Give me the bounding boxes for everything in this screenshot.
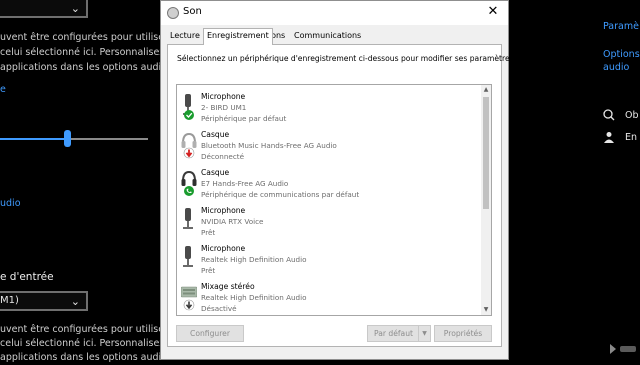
speaker-app-icon bbox=[167, 7, 179, 19]
audio-options-link-line-1[interactable]: Options bbox=[603, 48, 640, 61]
close-button[interactable]: ✕ bbox=[484, 4, 502, 20]
input-description-line-2: celui sélectionné ici. Personnalisez le bbox=[0, 338, 176, 349]
troubleshoot-link[interactable]: udio bbox=[0, 198, 21, 209]
input-description-line-1: uvent être configurées pour utiliser d bbox=[0, 324, 178, 335]
device-list-scrollbar[interactable]: ▲ ▼ bbox=[481, 85, 491, 315]
output-device-dropdown[interactable]: ⌄ bbox=[0, 0, 88, 18]
output-properties-link[interactable]: e bbox=[0, 84, 6, 95]
list-item[interactable]: Mixage stéréo Realtek High Definition Au… bbox=[177, 279, 477, 315]
device-status: Périphérique par défaut bbox=[201, 114, 287, 123]
device-status: Périphérique de communications par défau… bbox=[201, 190, 360, 199]
close-icon: ✕ bbox=[487, 4, 499, 19]
device-driver: 2- BIRD UM1 bbox=[201, 103, 247, 112]
device-status: Désactivé bbox=[201, 304, 237, 313]
set-default-label: Par défaut bbox=[373, 329, 414, 338]
feedback-person-icon bbox=[604, 132, 614, 143]
chevron-down-icon: ⌄ bbox=[70, 2, 80, 15]
scroll-down-icon[interactable]: ▼ bbox=[481, 305, 491, 315]
list-item[interactable]: Microphone NVIDIA RTX Voice Prêt bbox=[177, 203, 477, 240]
properties-button[interactable]: Propriétés bbox=[434, 325, 492, 342]
scroll-up-icon[interactable]: ▲ bbox=[481, 85, 491, 95]
related-settings-link[interactable]: Paramè bbox=[603, 20, 639, 33]
device-name: Microphone bbox=[201, 206, 246, 215]
volume-slider-track bbox=[70, 138, 148, 140]
sound-dialog: Son ✕ Lecture Enregistrement Sons Commun… bbox=[160, 0, 519, 360]
headset-icon bbox=[181, 132, 197, 159]
device-name: Casque bbox=[201, 168, 230, 177]
device-name: Mixage stéréo bbox=[201, 282, 255, 291]
scrollbar-thumb[interactable] bbox=[483, 97, 489, 209]
settings-left-panel: ⌄ uvent être configurées pour utiliser d… bbox=[0, 0, 177, 363]
device-name: Microphone bbox=[201, 244, 246, 253]
list-item[interactable]: Casque E7 Hands-Free AG Audio Périphériq… bbox=[177, 165, 477, 202]
device-driver: Bluetooth Music Hands-Free AG Audio bbox=[201, 141, 337, 150]
watermark-logo-icon bbox=[610, 344, 636, 354]
microphone-icon bbox=[183, 246, 193, 267]
device-driver: E7 Hands-Free AG Audio bbox=[201, 179, 289, 188]
input-device-heading: e d'entrée bbox=[0, 271, 54, 283]
input-description-line-3: applications dans les options audio a bbox=[0, 352, 176, 363]
tab-enregistrement[interactable]: Enregistrement bbox=[203, 28, 273, 45]
volume-slider-thumb[interactable] bbox=[64, 130, 71, 147]
device-driver: NVIDIA RTX Voice bbox=[201, 217, 264, 226]
output-description-line-3: applications dans les options audio a bbox=[0, 62, 176, 73]
input-device-value: M1) bbox=[0, 295, 19, 306]
microphone-icon bbox=[183, 208, 193, 229]
configure-button[interactable]: Configurer bbox=[176, 325, 244, 342]
device-driver: Realtek High Definition Audio bbox=[201, 255, 307, 264]
stereo-mix-icon bbox=[181, 286, 197, 311]
device-status: Prêt bbox=[201, 266, 216, 275]
settings-right-panel: Paramè Options audio Ob En bbox=[486, 0, 640, 360]
device-status: Déconnecté bbox=[201, 152, 245, 161]
dialog-titlebar[interactable]: Son ✕ bbox=[161, 1, 508, 25]
device-name: Casque bbox=[201, 130, 230, 139]
device-name: Microphone bbox=[201, 92, 246, 101]
get-help-link[interactable]: Ob bbox=[625, 110, 639, 121]
tab-lecture[interactable]: Lecture bbox=[167, 29, 203, 43]
set-default-button[interactable]: Par défaut ▼ bbox=[367, 325, 431, 342]
list-item[interactable]: Microphone 2- BIRD UM1 Périphérique par … bbox=[177, 89, 477, 126]
device-status: Prêt bbox=[201, 228, 216, 237]
help-chat-icon bbox=[603, 109, 615, 121]
instruction-text: Sélectionnez un périphérique d'enregistr… bbox=[177, 54, 519, 63]
output-description-line-2: celui sélectionné ici. Personnalisez le bbox=[0, 47, 176, 58]
audio-options-link-line-2[interactable]: audio bbox=[603, 61, 629, 74]
input-device-dropdown[interactable]: M1) ⌄ bbox=[0, 291, 88, 311]
list-item[interactable]: Casque Bluetooth Music Hands-Free AG Aud… bbox=[177, 127, 477, 164]
tab-communications[interactable]: Communications bbox=[291, 29, 364, 43]
chevron-down-icon[interactable]: ▼ bbox=[418, 326, 430, 341]
headset-icon bbox=[181, 170, 197, 196]
chevron-down-icon: ⌄ bbox=[70, 295, 80, 308]
recording-device-list[interactable]: Microphone 2- BIRD UM1 Périphérique par … bbox=[176, 84, 492, 316]
recording-tab-panel: Sélectionnez un périphérique d'enregistr… bbox=[167, 44, 519, 347]
dialog-title: Son bbox=[183, 6, 202, 17]
feedback-link[interactable]: En bbox=[625, 132, 637, 143]
output-description-line-1: uvent être configurées pour utiliser d bbox=[0, 32, 178, 43]
microphone-icon bbox=[183, 94, 194, 120]
list-item[interactable]: Microphone Realtek High Definition Audio… bbox=[177, 241, 477, 278]
device-driver: Realtek High Definition Audio bbox=[201, 293, 307, 302]
